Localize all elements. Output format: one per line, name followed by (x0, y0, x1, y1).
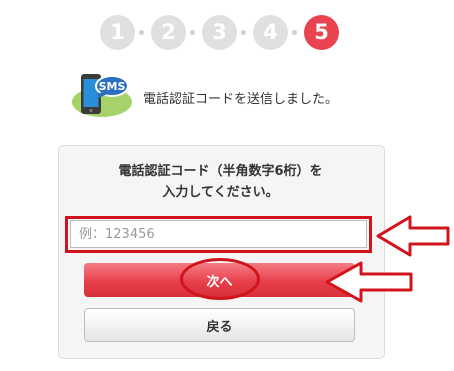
next-button[interactable]: 次へ (84, 263, 355, 297)
step-indicator: 1 2 3 4 5 (100, 15, 350, 51)
arrow-left-icon (325, 261, 413, 303)
back-button[interactable]: 戻る (84, 308, 355, 342)
step-4: 4 (253, 15, 288, 50)
arrow-left-icon (376, 215, 450, 257)
sms-phone-icon: SMS (72, 74, 132, 117)
step-1: 1 (100, 15, 135, 50)
step-5-current: 5 (304, 15, 339, 50)
step-separator-dot (241, 30, 246, 35)
step-separator-dot (292, 30, 297, 35)
instruction-line-1: 電話認証コード（半角数字6桁）を (118, 164, 323, 179)
verification-code-input[interactable] (70, 220, 367, 248)
step-separator-dot (139, 30, 144, 35)
instruction-text: 電話認証コード（半角数字6桁）を 入力してください。 (0, 161, 441, 203)
instruction-line-2: 入力してください。 (162, 185, 279, 200)
step-2: 2 (151, 15, 186, 50)
sms-sent-message: 電話認証コードを送信しました。 (143, 92, 339, 107)
sms-icon-label: SMS (99, 80, 126, 93)
step-3: 3 (202, 15, 237, 50)
step-separator-dot (190, 30, 195, 35)
